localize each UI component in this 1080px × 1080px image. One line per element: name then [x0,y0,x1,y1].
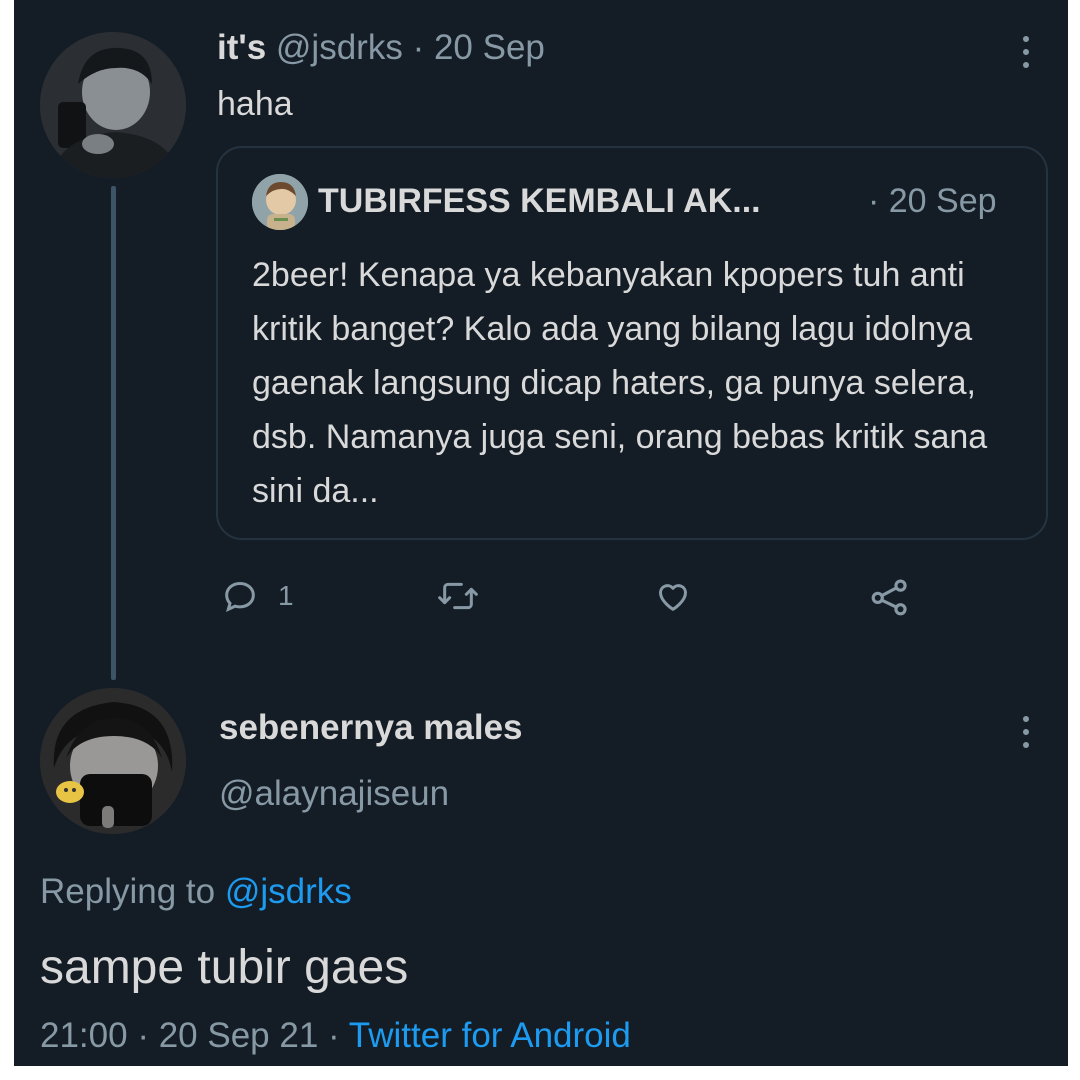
tweet-text: haha [217,85,293,123]
heart-icon [659,584,687,611]
quoted-tweet-date: · 20 Sep [868,182,997,220]
reply-count: 1 [278,580,294,611]
replying-label: Replying to [40,872,216,911]
quoted-tweet-card[interactable]: TUBIRFESS KEMBALI AK... · 20 Sep 2beer! … [216,146,1048,540]
share-button[interactable] [868,576,912,618]
mention-link[interactable]: @jsdrks [225,872,352,911]
separator-dot: · [137,1016,149,1055]
separator-dot: · [412,28,425,67]
tweet-metadata: 21:00 · 20 Sep 21 · Twitter for Android [40,1016,631,1056]
replying-to: Replying to @jsdrks [40,872,352,912]
tweet-text: sampe tubir gaes [40,941,409,994]
tweet-date[interactable]: 20 Sep [434,28,545,67]
display-name[interactable]: it's [217,28,266,67]
user-avatar-jsdrks[interactable] [40,32,186,178]
tweet-time[interactable]: 21:00 [40,1016,128,1055]
tweet-thread: it's @jsdrks · 20 Sep haha TUBIRFESS KEM… [14,0,1068,1066]
retweet-icon [438,582,478,610]
share-icon [871,579,907,616]
reply-button[interactable]: 1 [220,576,294,616]
user-handle[interactable]: @alaynajiseun [219,774,449,814]
quoted-tweet-text: 2beer! Kenapa ya kebanyakan kpopers tuh … [252,256,988,510]
tweet-header: it's @jsdrks · 20 Sep [217,26,545,70]
tweet-source-link[interactable]: Twitter for Android [349,1016,631,1055]
quoted-display-name: TUBIRFESS KEMBALI AK... [318,182,761,220]
separator-dot: · [328,1016,340,1055]
user-handle[interactable]: @jsdrks [276,28,403,67]
thread-connector-line [111,186,116,680]
more-options-icon[interactable] [1023,716,1031,748]
more-options-icon[interactable] [1023,36,1031,68]
display-name[interactable]: sebenernya males [219,708,523,748]
reply-icon [225,581,255,613]
retweet-button[interactable] [436,576,480,616]
tweet-date[interactable]: 20 Sep 21 [159,1016,319,1055]
like-button[interactable] [652,576,694,616]
user-avatar-alaynajiseun[interactable] [40,688,186,834]
quoted-user-avatar [252,174,308,230]
